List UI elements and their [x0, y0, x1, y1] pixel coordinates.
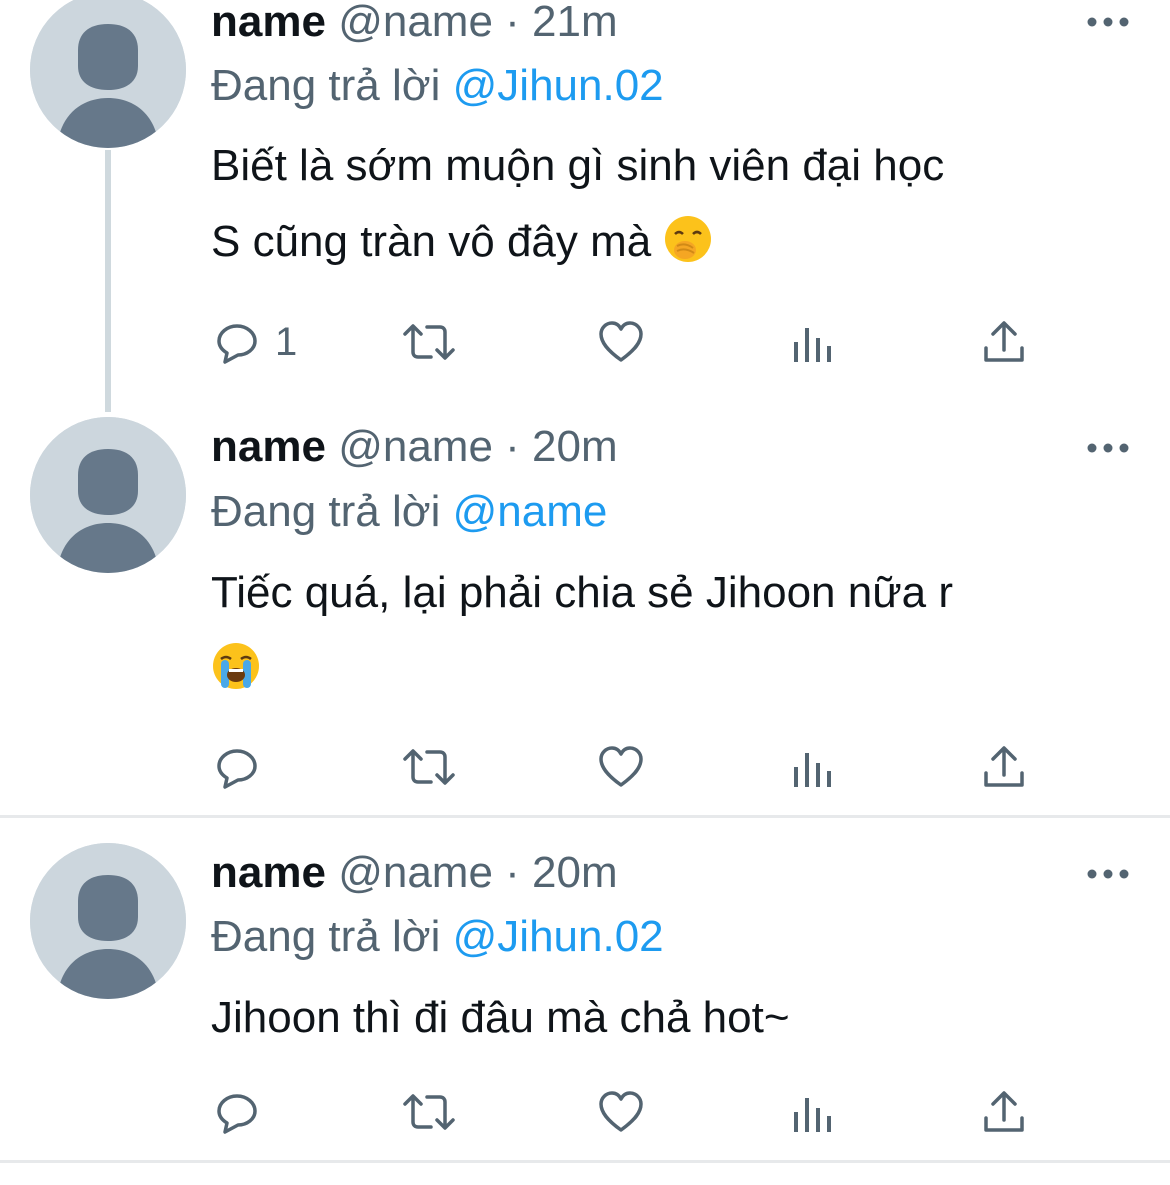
- more-icon[interactable]: [1086, 438, 1130, 458]
- like-icon: [599, 321, 643, 362]
- tweet-text-line: Jihoon thì đi đâu mà chả hot~: [211, 993, 790, 1042]
- tweet-divider: [0, 815, 1170, 818]
- share-icon: [984, 321, 1024, 362]
- replying-to-line: Đang trả lời @Jihun.02: [211, 60, 664, 112]
- thread-connector-line: [105, 150, 111, 412]
- username-handle[interactable]: @name: [338, 0, 493, 46]
- reply-icon: [217, 749, 257, 789]
- timestamp[interactable]: 21m: [532, 0, 618, 46]
- timestamp[interactable]: 20m: [532, 422, 618, 471]
- like-button[interactable]: [597, 737, 645, 797]
- analytics-icon: [794, 328, 831, 362]
- avatar[interactable]: [30, 843, 186, 999]
- tweet-header: name @name · 21m: [211, 0, 618, 48]
- tweet-text-line-with-emoji: [211, 631, 1141, 707]
- tweet-actions: 1: [211, 312, 1111, 372]
- separator-dot: ·: [505, 0, 520, 46]
- tweet-actions: [211, 1082, 1111, 1142]
- replying-to-line: Đang trả lời @name: [211, 486, 607, 538]
- reply-icon: [217, 1094, 257, 1134]
- tweet-actions: [211, 737, 1111, 797]
- tweet-header: name @name · 20m: [211, 421, 618, 473]
- reply-icon: [217, 324, 257, 364]
- analytics-icon: [794, 1098, 831, 1132]
- separator-dot: ·: [505, 422, 520, 471]
- tweet-text: Biết là sớm muộn gì sinh viên đại học S …: [211, 128, 1141, 280]
- like-icon: [599, 746, 643, 787]
- timestamp[interactable]: 20m: [532, 848, 618, 897]
- share-icon: [984, 1091, 1024, 1132]
- share-icon: [984, 746, 1024, 787]
- tweet-text-line: S cũng tràn vô đây mà: [211, 217, 652, 266]
- username-handle[interactable]: @name: [338, 422, 493, 471]
- reply-count: 1: [275, 319, 298, 364]
- like-button[interactable]: [597, 1082, 645, 1142]
- retweet-button[interactable]: [399, 1082, 459, 1142]
- tweet-header: name @name · 20m: [211, 847, 618, 899]
- like-button[interactable]: [597, 312, 645, 372]
- tweet-text: Tiếc quá, lại phải chia sẻ Jihoon nữa r: [211, 555, 1141, 707]
- avatar[interactable]: [30, 417, 186, 573]
- default-avatar-icon: [30, 843, 186, 999]
- retweet-button[interactable]: [399, 312, 459, 372]
- analytics-icon: [794, 753, 831, 787]
- like-icon: [599, 1091, 643, 1132]
- retweet-icon: [403, 749, 455, 785]
- default-avatar-icon: [30, 0, 186, 148]
- share-button[interactable]: [981, 1082, 1027, 1142]
- replying-to-mention[interactable]: @Jihun.02: [453, 912, 664, 961]
- replying-to-label: Đang trả lời: [211, 61, 441, 110]
- loudly-crying-face-icon: [213, 643, 259, 689]
- tweet-divider: [0, 1160, 1170, 1163]
- tweet-text-line-with-emoji: S cũng tràn vô đây mà: [211, 204, 1141, 280]
- display-name[interactable]: name: [211, 422, 326, 471]
- separator-dot: ·: [505, 848, 520, 897]
- default-avatar-icon: [30, 417, 186, 573]
- display-name[interactable]: name: [211, 0, 326, 46]
- share-button[interactable]: [981, 312, 1027, 372]
- replying-to-mention[interactable]: @Jihun.02: [453, 61, 664, 110]
- replying-to-label: Đang trả lời: [211, 487, 441, 536]
- reply-button[interactable]: [213, 737, 261, 797]
- display-name[interactable]: name: [211, 848, 326, 897]
- analytics-button[interactable]: [791, 737, 835, 797]
- avatar[interactable]: [30, 0, 186, 148]
- analytics-button[interactable]: [791, 1082, 835, 1142]
- face-with-hand-over-mouth-icon: [665, 216, 712, 262]
- tweet-text: Jihoon thì đi đâu mà chả hot~: [211, 980, 1141, 1056]
- more-icon[interactable]: [1086, 864, 1130, 884]
- replying-to-label: Đang trả lời: [211, 912, 441, 961]
- retweet-icon: [403, 324, 455, 360]
- share-button[interactable]: [981, 737, 1027, 797]
- replying-to-mention[interactable]: @name: [453, 487, 608, 536]
- username-handle[interactable]: @name: [338, 848, 493, 897]
- replying-to-line: Đang trả lời @Jihun.02: [211, 911, 664, 963]
- more-icon[interactable]: [1086, 12, 1130, 32]
- tweet-text-line: Biết là sớm muộn gì sinh viên đại học: [211, 141, 945, 190]
- retweet-icon: [403, 1094, 455, 1130]
- tweet-text-line: Tiếc quá, lại phải chia sẻ Jihoon nữa r: [211, 568, 954, 617]
- reply-button[interactable]: 1: [213, 312, 297, 372]
- analytics-button[interactable]: [791, 312, 835, 372]
- reply-button[interactable]: [213, 1082, 261, 1142]
- retweet-button[interactable]: [399, 737, 459, 797]
